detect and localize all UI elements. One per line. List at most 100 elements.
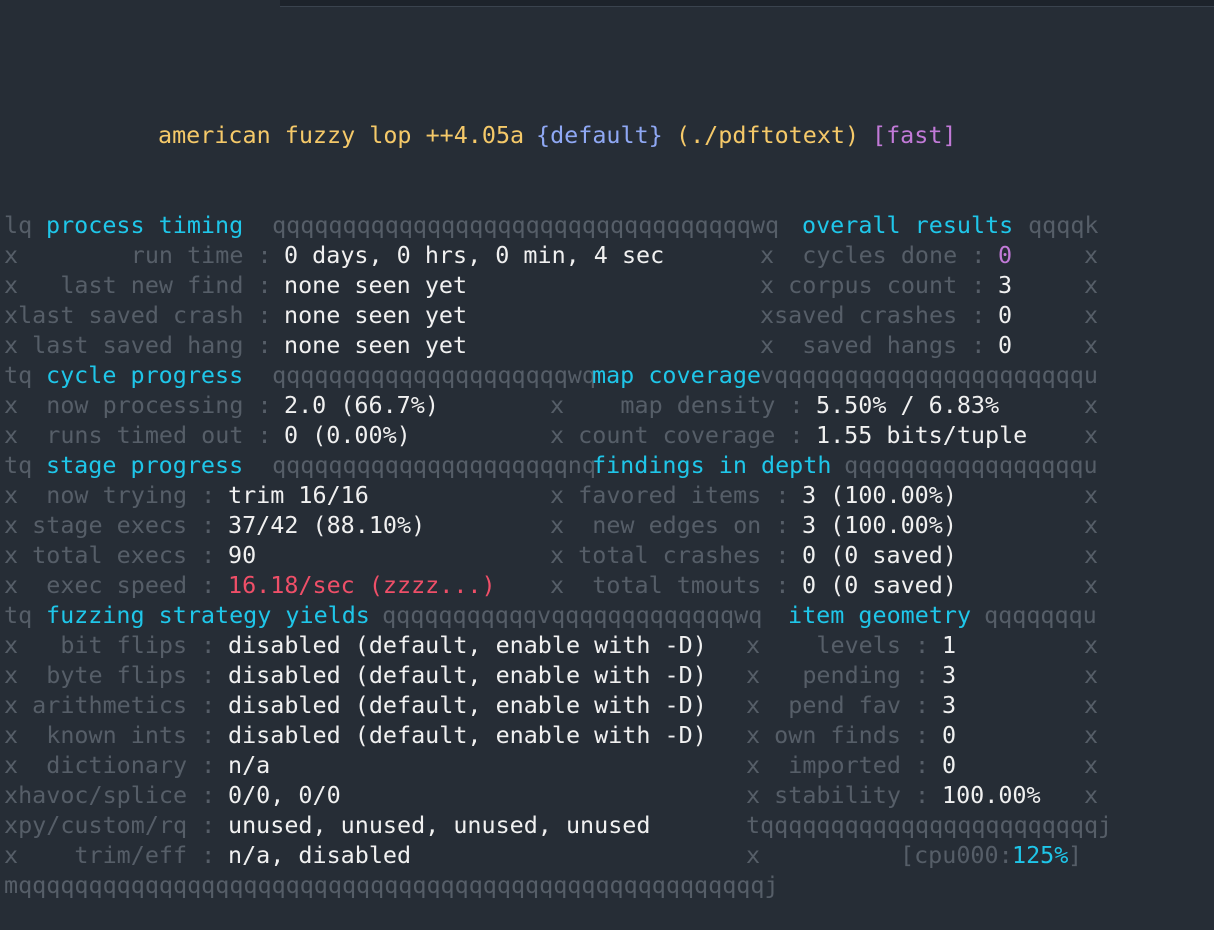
terminal-line: x byte flips : disabled (default, enable…	[4, 660, 1098, 690]
terminal-line: tq stage progress qqqqqqqqqqqqqqqqqqqqqn…	[4, 450, 1098, 480]
stat-value: unused, unused, unused, unused	[228, 811, 651, 839]
stat-value: 3	[998, 271, 1013, 299]
stat-value: 37/42 (88.10%)	[228, 511, 426, 539]
terminal-line: mqqqqqqqqqqqqqqqqqqqqqqqqqqqqqqqqqqqqqqq…	[4, 870, 779, 900]
frame-label: x	[1084, 661, 1099, 689]
terminal-line: xlast saved crash : none seen yet xsaved …	[4, 300, 1098, 330]
frame-label: [cpu000:	[900, 841, 1013, 869]
frame-label: qqqqqqqqqqqvqqqqqqqqqqqqqwq	[368, 601, 777, 629]
terminal-line: x total execs : 90 x total crashes : 0 (0…	[4, 540, 1098, 570]
frame-label: x stability :	[746, 781, 944, 809]
frame-label: lq	[4, 211, 47, 239]
frame-label: x	[1084, 241, 1099, 269]
stat-value: none seen yet	[284, 301, 468, 329]
terminal-line: x known ints : disabled (default, enable…	[4, 720, 1098, 750]
banner-product: american fuzzy lop ++4.05a	[158, 121, 525, 149]
frame-label: x	[1084, 421, 1099, 449]
terminal-line: x trim/eff : n/a, disabled x [cpu000: 125%]	[4, 840, 1082, 870]
terminal-line: xhavoc/splice : 0/0, 0/0 x stability : 10…	[4, 780, 1098, 810]
frame-label: tq	[4, 601, 47, 629]
stat-value: 0/0, 0/0	[228, 781, 341, 809]
frame-label: vqqqqqqqqqqqqqqqqqqqqqqu	[760, 361, 1098, 389]
terminal-line: tq fuzzing strategy yields qqqqqqqqqqqvq…	[4, 600, 1097, 630]
frame-label: x trim/eff :	[4, 841, 230, 869]
frame-label: x	[1084, 721, 1099, 749]
terminal-line: x last new find : none seen yet x corpus …	[4, 270, 1098, 300]
frame-label: x total execs :	[4, 541, 230, 569]
frame-label: xlast saved crash :	[4, 301, 286, 329]
terminal-line: x bit flips : disabled (default, enable …	[4, 630, 1098, 660]
section-title: fuzzing strategy yields	[46, 601, 370, 629]
stat-value: 1.55 bits/tuple	[816, 421, 1028, 449]
frame-label: x	[1084, 541, 1099, 569]
frame-label: qqqqqqqqqqqqqqqqqu	[830, 451, 1098, 479]
terminal-line: x last saved hang : none seen yet x saved…	[4, 330, 1098, 360]
stat-value: disabled (default, enable with -D)	[228, 631, 707, 659]
frame-label: x runs timed out :	[4, 421, 286, 449]
stat-value: 3 (100.00%)	[802, 481, 957, 509]
stat-value: trim 16/16	[228, 481, 369, 509]
stat-value: 0 (0 saved)	[802, 541, 957, 569]
stat-value: 5.50% / 6.83%	[816, 391, 1000, 419]
frame-label: x now processing :	[4, 391, 286, 419]
frame-label: x	[1084, 781, 1099, 809]
frame-label: xhavoc/splice :	[4, 781, 230, 809]
stat-value: 0 (0.00%)	[284, 421, 411, 449]
section-title: findings in depth	[592, 451, 832, 479]
frame-label: x known ints :	[4, 721, 230, 749]
frame-label: ]	[1068, 841, 1083, 869]
window-top-strip	[280, 0, 1214, 7]
frame-label: xpy/custom/rq :	[4, 811, 230, 839]
stat-value: none seen yet	[284, 331, 468, 359]
banner-line: american fuzzy lop ++4.05a {default} (./…	[4, 120, 957, 150]
frame-label: x byte flips :	[4, 661, 230, 689]
frame-label: x total crashes :	[550, 541, 804, 569]
section-title: overall results	[802, 211, 1014, 239]
frame-label: x now trying :	[4, 481, 230, 509]
frame-label: mqqqqqqqqqqqqqqqqqqqqqqqqqqqqqqqqqqqqqqq…	[4, 871, 779, 899]
frame-label: x	[1084, 751, 1099, 779]
frame-label: xsaved crashes :	[760, 301, 1000, 329]
terminal-line: x stage execs : 37/42 (88.10%) x new edge…	[4, 510, 1098, 540]
section-title: 125%	[1012, 841, 1069, 869]
frame-label: x pending :	[746, 661, 944, 689]
banner-instance: {default}	[536, 121, 663, 149]
terminal-line: x now trying : trim 16/16 x favored items…	[4, 480, 1098, 510]
frame-label: x total tmouts :	[550, 571, 804, 599]
frame-label: x last new find :	[4, 271, 286, 299]
status-rows: lq process timing qqqqqqqqqqqqqqqqqqqqqq…	[4, 210, 1112, 900]
frame-label: x map density :	[550, 391, 818, 419]
frame-label: x new edges on :	[550, 511, 804, 539]
frame-label: x levels :	[746, 631, 944, 659]
frame-label: x run time :	[4, 241, 286, 269]
terminal-line: lq process timing qqqqqqqqqqqqqqqqqqqqqq…	[4, 210, 1099, 240]
terminal-line: x arithmetics : disabled (default, enabl…	[4, 690, 1098, 720]
stat-value: disabled (default, enable with -D)	[228, 721, 707, 749]
stat-value: 3	[942, 691, 957, 719]
frame-label: x corpus count :	[760, 271, 1000, 299]
stat-value: 16.18/sec (zzzz...)	[228, 571, 496, 599]
stat-value: 0 days, 0 hrs, 0 min, 4 sec	[284, 241, 665, 269]
stat-value: 2.0 (66.7%)	[284, 391, 439, 419]
stat-value: disabled (default, enable with -D)	[228, 661, 707, 689]
section-title: process timing	[46, 211, 244, 239]
frame-label: qqqqqqqqqqqqqqqqqqqqqwq	[258, 361, 611, 389]
stat-value: 3 (100.00%)	[802, 511, 957, 539]
frame-label: x arithmetics :	[4, 691, 230, 719]
frame-label: x dictionary :	[4, 751, 230, 779]
frame-label: x saved hangs :	[760, 331, 1000, 359]
stat-value: n/a, disabled	[228, 841, 412, 869]
stat-value: 0	[942, 751, 957, 779]
section-title: map coverage	[592, 361, 761, 389]
terminal-line: x dictionary : n/a x imported : 0 x	[4, 750, 1098, 780]
frame-label: x count coverage :	[550, 421, 818, 449]
frame-label: x imported :	[746, 751, 944, 779]
frame-label: x	[1084, 271, 1099, 299]
terminal-line: x run time : 0 days, 0 hrs, 0 min, 4 sec…	[4, 240, 1098, 270]
stat-value: 0	[942, 721, 957, 749]
stat-value: 90	[228, 541, 257, 569]
terminal-line: tq cycle progress qqqqqqqqqqqqqqqqqqqqqw…	[4, 360, 1098, 390]
frame-label: x exec speed :	[4, 571, 230, 599]
frame-label: x	[1084, 631, 1099, 659]
section-title: cycle progress	[46, 361, 244, 389]
